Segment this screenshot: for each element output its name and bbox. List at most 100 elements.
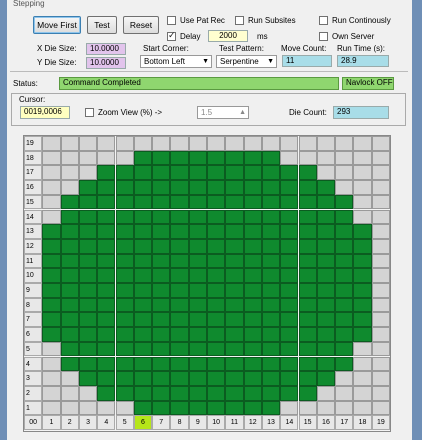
die-cell-inactive[interactable]	[60, 371, 79, 386]
die-cell-inactive[interactable]	[115, 136, 134, 151]
die-cell-active[interactable]	[188, 150, 207, 166]
die-cell-active[interactable]	[152, 371, 171, 386]
die-cell-active[interactable]	[316, 209, 336, 225]
die-cell-active[interactable]	[207, 150, 226, 166]
die-cell-active[interactable]	[133, 327, 153, 342]
die-cell-inactive[interactable]	[60, 385, 79, 401]
die-cell-active[interactable]	[207, 297, 226, 313]
die-cell-active[interactable]	[188, 268, 207, 283]
die-cell-active[interactable]	[78, 224, 98, 239]
die-cell-inactive[interactable]	[353, 400, 372, 416]
die-cell-active[interactable]	[97, 253, 116, 269]
die-cell-active[interactable]	[188, 194, 207, 210]
die-cell-active[interactable]	[243, 356, 262, 372]
die-cell-inactive[interactable]	[316, 385, 336, 401]
die-cell-active[interactable]	[42, 253, 61, 269]
die-cell-inactive[interactable]	[42, 194, 61, 210]
die-cell-inactive[interactable]	[316, 165, 336, 181]
die-cell-inactive[interactable]	[371, 400, 390, 416]
die-cell-active[interactable]	[316, 253, 336, 269]
die-cell-active[interactable]	[280, 312, 299, 328]
die-cell-active[interactable]	[188, 165, 207, 181]
die-cell-active[interactable]	[115, 194, 134, 210]
die-cell-active[interactable]	[78, 371, 98, 386]
die-cell-active[interactable]	[225, 165, 244, 181]
die-cell-inactive[interactable]	[97, 400, 116, 416]
die-cell-active[interactable]	[170, 268, 189, 283]
die-cell-active[interactable]	[188, 371, 207, 386]
die-cell-inactive[interactable]	[60, 180, 79, 195]
die-cell-active[interactable]	[152, 165, 171, 181]
die-cell-active[interactable]	[152, 400, 171, 416]
die-cell-active[interactable]	[60, 297, 79, 313]
die-cell-active[interactable]	[188, 341, 207, 357]
die-cell-active[interactable]	[133, 150, 153, 166]
die-cell-active[interactable]	[170, 341, 189, 357]
die-cell-active[interactable]	[335, 341, 354, 357]
die-cell-active[interactable]	[243, 165, 262, 181]
die-cell-active[interactable]	[133, 253, 153, 269]
delay-input[interactable]: 2000	[208, 30, 248, 42]
die-cell-active[interactable]	[353, 297, 372, 313]
die-cell-active[interactable]	[170, 150, 189, 166]
run-subsites-checkbox[interactable]	[235, 16, 244, 25]
die-cell-active[interactable]	[243, 238, 262, 254]
die-cell-active[interactable]	[152, 268, 171, 283]
die-cell-inactive[interactable]	[371, 341, 390, 357]
die-cell-active[interactable]	[298, 209, 317, 225]
die-cell-active[interactable]	[353, 224, 372, 239]
die-cell-inactive[interactable]	[335, 385, 354, 401]
die-cell-active[interactable]	[60, 268, 79, 283]
die-cell-active[interactable]	[353, 283, 372, 298]
die-cell-active[interactable]	[261, 297, 281, 313]
die-cell-active[interactable]	[97, 371, 116, 386]
die-cell-active[interactable]	[115, 238, 134, 254]
die-cell-active[interactable]	[225, 224, 244, 239]
die-cell-active[interactable]	[298, 268, 317, 283]
die-cell-active[interactable]	[225, 400, 244, 416]
die-cell-inactive[interactable]	[371, 283, 390, 298]
die-cell-active[interactable]	[170, 253, 189, 269]
die-cell-active[interactable]	[60, 238, 79, 254]
die-cell-active[interactable]	[243, 253, 262, 269]
die-cell-inactive[interactable]	[371, 224, 390, 239]
die-cell-inactive[interactable]	[371, 194, 390, 210]
die-cell-active[interactable]	[170, 400, 189, 416]
die-cell-active[interactable]	[280, 283, 299, 298]
die-cell-active[interactable]	[60, 356, 79, 372]
die-cell-active[interactable]	[97, 194, 116, 210]
die-cell-active[interactable]	[133, 356, 153, 372]
die-cell-active[interactable]	[188, 400, 207, 416]
die-cell-active[interactable]	[78, 356, 98, 372]
die-cell-inactive[interactable]	[42, 165, 61, 181]
die-cell-active[interactable]	[115, 371, 134, 386]
die-cell-inactive[interactable]	[371, 385, 390, 401]
die-cell-active[interactable]	[78, 253, 98, 269]
die-cell-active[interactable]	[280, 165, 299, 181]
die-cell-active[interactable]	[225, 238, 244, 254]
die-cell-active[interactable]	[170, 327, 189, 342]
die-cell-inactive[interactable]	[316, 400, 336, 416]
die-cell-active[interactable]	[261, 194, 281, 210]
die-cell-inactive[interactable]	[371, 327, 390, 342]
die-cell-active[interactable]	[152, 385, 171, 401]
die-cell-active[interactable]	[188, 312, 207, 328]
move-first-button[interactable]: Move First	[33, 16, 81, 34]
die-cell-inactive[interactable]	[42, 385, 61, 401]
die-cell-active[interactable]	[225, 180, 244, 195]
die-cell-active[interactable]	[225, 341, 244, 357]
die-cell-active[interactable]	[207, 356, 226, 372]
die-cell-inactive[interactable]	[97, 136, 116, 151]
die-cell-active[interactable]	[60, 283, 79, 298]
die-cell-active[interactable]	[316, 297, 336, 313]
die-cell-active[interactable]	[42, 224, 61, 239]
die-cell-active[interactable]	[188, 253, 207, 269]
die-cell-active[interactable]	[133, 238, 153, 254]
die-cell-active[interactable]	[225, 371, 244, 386]
die-cell-active[interactable]	[188, 283, 207, 298]
die-cell-active[interactable]	[225, 194, 244, 210]
die-cell-active[interactable]	[298, 312, 317, 328]
die-cell-active[interactable]	[78, 283, 98, 298]
die-cell-active[interactable]	[97, 312, 116, 328]
die-cell-active[interactable]	[280, 356, 299, 372]
